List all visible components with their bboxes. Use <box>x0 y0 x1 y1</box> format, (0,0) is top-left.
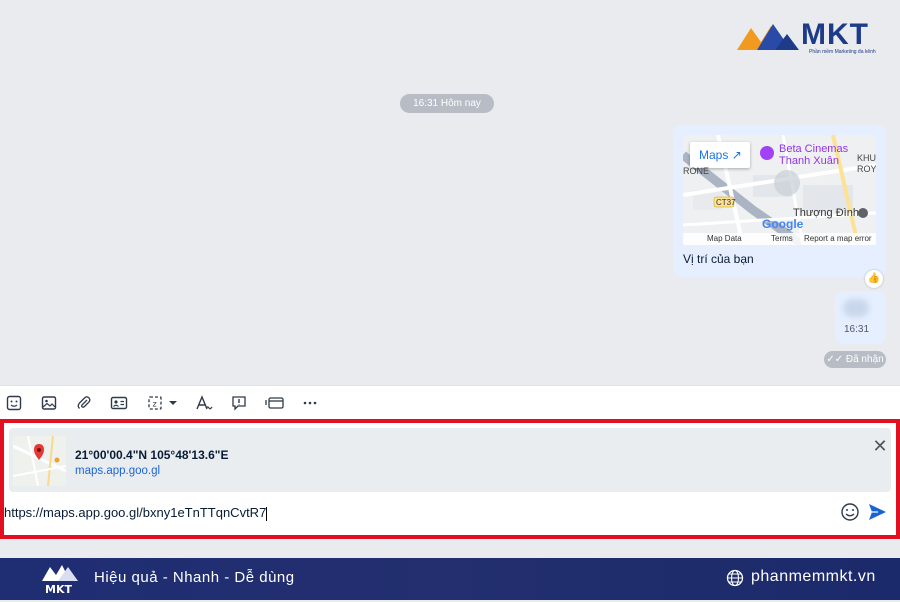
emoji-icon[interactable] <box>839 501 861 523</box>
composer-highlight: 21°00'00.4"N 105°48'13.6"E maps.app.goo.… <box>0 419 900 539</box>
time-separator: 16:31 Hôm nay <box>400 94 494 113</box>
map-poi-label-2: Thanh Xuân <box>779 155 839 167</box>
quick-message-icon[interactable] <box>229 393 249 413</box>
card-icon[interactable] <box>265 393 285 413</box>
message-bubble[interactable]: 16:31 <box>835 291 886 344</box>
attachment-icon[interactable] <box>74 393 94 413</box>
map-road-label: CT37 <box>716 198 736 207</box>
map-data-link[interactable]: Map Data <box>707 233 742 245</box>
message-input[interactable]: https://maps.app.goo.gl/bxny1eTnTTqnCvtR… <box>4 503 834 523</box>
map-area-label-roy: ROY <box>857 164 876 174</box>
thumbs-up-icon[interactable]: 👍 <box>865 270 883 288</box>
map-attribution: Map Data Terms Report a map error <box>683 233 876 245</box>
sticker-icon[interactable] <box>4 393 24 413</box>
map-preview[interactable]: Maps ↗ Beta Cinemas Thanh Xuân KHU ROY R… <box>683 135 876 245</box>
link-preview-title: 21°00'00.4"N 105°48'13.6"E <box>75 448 229 462</box>
map-poi-label: Beta Cinemas <box>779 143 849 155</box>
screenshot-icon[interactable]: z <box>145 393 181 413</box>
link-preview-domain[interactable]: maps.app.goo.gl <box>75 465 160 477</box>
blurred-content <box>843 299 869 317</box>
link-preview-thumbnail <box>13 436 66 486</box>
more-icon[interactable] <box>300 393 320 413</box>
link-preview[interactable]: 21°00'00.4"N 105°48'13.6"E maps.app.goo.… <box>9 428 891 492</box>
delivery-status: ✓✓ Đã nhận <box>824 351 886 368</box>
google-logo: Google <box>762 217 804 231</box>
maps-button-label: Maps <box>699 148 729 162</box>
mkt-logo-mark-icon <box>737 24 799 50</box>
footer-banner: MKT Hiệu quả - Nhanh - Dễ dùng phanmemmk… <box>0 558 900 600</box>
double-check-icon: ✓✓ <box>826 354 844 365</box>
globe-icon <box>726 569 744 587</box>
svg-text:z: z <box>153 400 157 409</box>
location-caption: Vị trí của bạn <box>683 252 754 266</box>
map-area-label-khu: KHU <box>857 153 876 163</box>
external-link-icon: ↗ <box>731 148 742 162</box>
contact-card-icon[interactable] <box>109 393 129 413</box>
image-icon[interactable] <box>39 393 59 413</box>
close-icon[interactable]: ✕ <box>870 436 890 456</box>
format-text-icon[interactable] <box>194 393 214 413</box>
chat-area: MKT Phần mềm Marketing đa kênh 16:31 Hôm… <box>0 0 900 385</box>
mkt-logo-tagline: Phần mềm Marketing đa kênh <box>809 49 876 55</box>
footer-slogan: Hiệu quả - Nhanh - Dễ dùng <box>94 569 295 586</box>
map-area-label-rone: RONE <box>683 166 710 176</box>
footer-website[interactable]: phanmemmkt.vn <box>751 568 876 586</box>
open-in-maps-button[interactable]: Maps ↗ <box>690 142 750 168</box>
mkt-logo: MKT Phần mềm Marketing đa kênh <box>735 18 885 55</box>
composer-toolbar: z <box>0 385 900 419</box>
footer-logo-text: MKT <box>45 583 72 596</box>
delivery-status-label: Đã nhận <box>845 354 884 365</box>
message-time: 16:31 <box>844 324 870 335</box>
map-terms-link[interactable]: Terms <box>771 233 793 245</box>
mkt-logo-text: MKT <box>801 18 869 51</box>
text-caret <box>266 506 268 521</box>
message-input-text: https://maps.app.goo.gl/bxny1eTnTTqnCvtR… <box>4 505 267 520</box>
footer-logo: MKT <box>38 561 82 597</box>
location-message-card[interactable]: Maps ↗ Beta Cinemas Thanh Xuân KHU ROY R… <box>673 125 886 277</box>
map-report-link[interactable]: Report a map error <box>804 233 872 245</box>
send-icon[interactable] <box>866 501 888 523</box>
